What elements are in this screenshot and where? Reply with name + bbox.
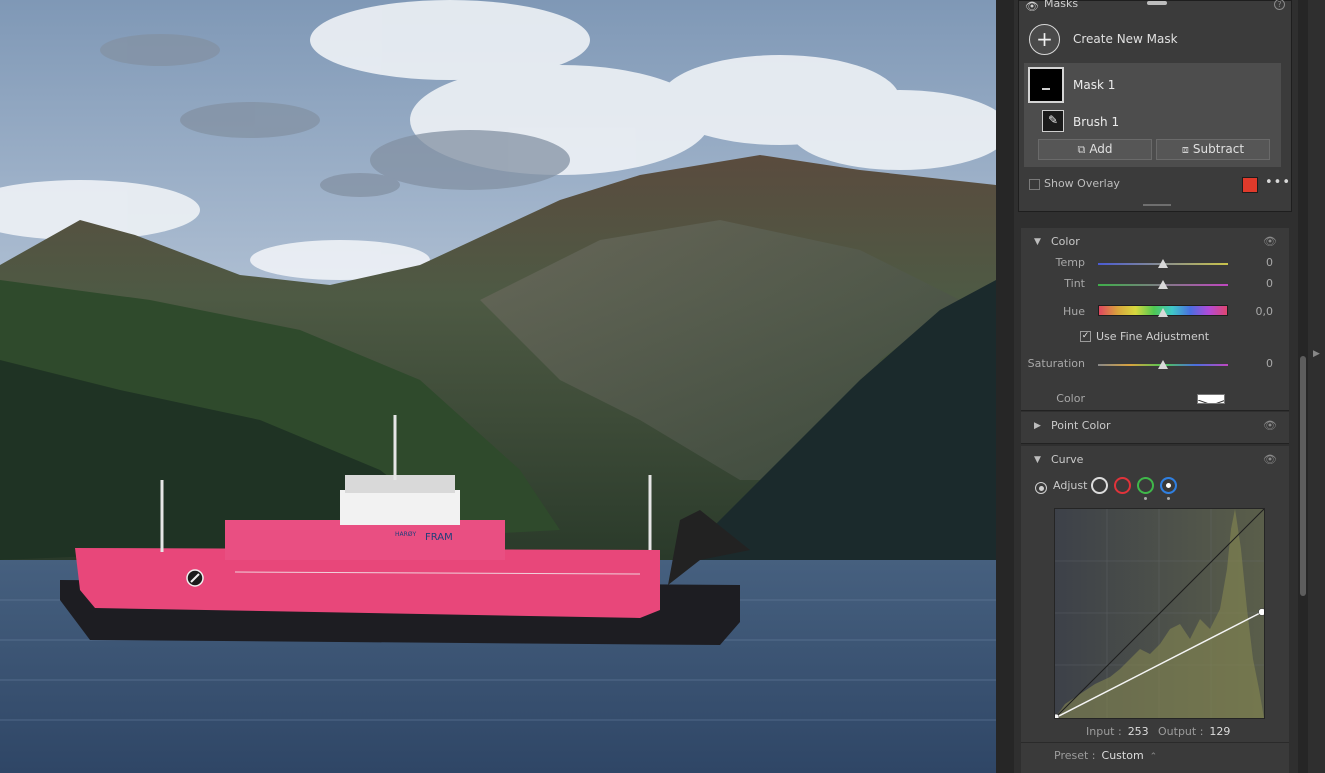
masks-header: 👁 Masks ? [1019, 0, 1291, 15]
input-label: Input : [1086, 725, 1122, 738]
preset-value[interactable]: Custom [1102, 749, 1144, 762]
overlay-color-swatch[interactable] [1242, 177, 1258, 193]
eye-icon[interactable]: 👁 [1263, 419, 1277, 432]
mask-list-item[interactable]: Mask 1 ✎ Brush 1 ⧉ Add ⧈ Subtract [1024, 63, 1281, 167]
tint-slider-thumb[interactable] [1158, 280, 1168, 289]
masks-title: Masks [1044, 0, 1079, 10]
triangle-down-icon[interactable]: ▼ [1034, 237, 1041, 247]
color-label: Color [1056, 392, 1085, 405]
channel-green-button[interactable] [1137, 477, 1154, 494]
temp-value[interactable]: 0 [1243, 256, 1273, 269]
hue-value[interactable]: 0,0 [1243, 305, 1274, 318]
preset-divider [1021, 742, 1289, 743]
preset-label: Preset : [1054, 749, 1096, 762]
tint-value[interactable]: 0 [1243, 277, 1273, 290]
hue-label: Hue [1062, 305, 1085, 318]
triangle-right-icon[interactable]: ▶ [1034, 421, 1041, 431]
channel-red-button[interactable] [1114, 477, 1131, 494]
color-section-title[interactable]: Color [1051, 235, 1080, 248]
point-color-title[interactable]: Point Color [1051, 419, 1111, 432]
ship-name: FRAM [425, 532, 453, 543]
eye-icon[interactable]: 👁 [1263, 235, 1277, 248]
eye-icon[interactable]: 👁 [1025, 0, 1039, 13]
output-value: 129 [1209, 725, 1231, 738]
add-to-mask-button[interactable]: ⧉ Add [1038, 139, 1152, 160]
add-mask-icon: ⧉ [1077, 143, 1086, 156]
curve-section-header[interactable]: ▼ Curve 👁 [1021, 446, 1289, 474]
saturation-value[interactable]: 0 [1243, 357, 1273, 370]
create-mask-label[interactable]: Create New Mask [1073, 32, 1178, 46]
mask-name[interactable]: Mask 1 [1073, 78, 1115, 92]
curve-section: ▼ Curve 👁 Adjust Input: 253 Output: 12… [1021, 446, 1289, 773]
channel-blue-button[interactable] [1160, 477, 1177, 494]
photo-image: FRAM HARØY [0, 0, 996, 773]
show-overlay-label[interactable]: Show Overlay [1044, 177, 1120, 190]
photo-canvas[interactable]: FRAM HARØY [0, 0, 996, 773]
curve-point-end[interactable] [1258, 608, 1265, 616]
adjust-label: Adjust [1053, 479, 1088, 492]
curve-preset-select[interactable]: Preset : Custom ⌃ [1054, 749, 1157, 762]
fine-adjustment-label[interactable]: Use Fine Adjustment [1096, 330, 1209, 343]
brush-component-name[interactable]: Brush 1 [1073, 115, 1119, 129]
create-mask-button[interactable]: + [1029, 24, 1060, 55]
show-overlay-checkbox[interactable] [1029, 179, 1040, 190]
help-icon[interactable]: ? [1274, 0, 1285, 10]
masks-resize-handle[interactable] [1143, 204, 1171, 206]
add-label: Add [1089, 142, 1113, 156]
subtract-mask-icon: ⧈ [1181, 143, 1189, 156]
panel-collapse-arrow-icon[interactable]: ▶ [1313, 349, 1320, 359]
eye-icon[interactable]: 👁 [1263, 453, 1277, 466]
channel-rgb-button[interactable] [1091, 477, 1108, 494]
input-value: 253 [1127, 725, 1149, 738]
panel-edge-left [996, 0, 1014, 773]
temp-slider-thumb[interactable] [1158, 259, 1168, 268]
color-section-header[interactable]: ▼ Color 👁 [1021, 228, 1289, 256]
point-color-section: ▶ Point Color 👁 [1021, 412, 1289, 444]
hue-slider-thumb[interactable] [1158, 308, 1168, 317]
saturation-slider-thumb[interactable] [1158, 360, 1168, 369]
subtract-label: Subtract [1192, 142, 1245, 156]
output-label: Output : [1158, 725, 1204, 738]
triangle-down-icon[interactable]: ▼ [1034, 455, 1041, 465]
panel-scroll-thumb[interactable] [1300, 356, 1306, 596]
adjust-target-icon[interactable] [1035, 482, 1047, 494]
point-color-header[interactable]: ▶ Point Color 👁 [1021, 412, 1289, 440]
curve-section-title[interactable]: Curve [1051, 453, 1083, 466]
tint-label: Tint [1064, 277, 1085, 290]
subtract-from-mask-button[interactable]: ⧈ Subtract [1156, 139, 1270, 160]
channel-blue-indicator [1167, 497, 1170, 500]
mask-thumbnail[interactable] [1028, 67, 1064, 103]
develop-panel: ▶ 👁 Masks ? + Create New Mask Mask 1 ✎ B… [996, 0, 1325, 773]
temp-label: Temp [1055, 256, 1085, 269]
color-section: ▼ Color 👁 Temp 0 Tint 0 Hue 0,0 ✓ Use Fi… [1021, 228, 1289, 411]
channel-green-indicator [1144, 497, 1147, 500]
curve-input-readout: Input : 253 [1086, 725, 1149, 738]
tone-curve-graph[interactable] [1054, 508, 1265, 719]
more-options-icon[interactable]: ••• [1265, 175, 1291, 190]
chevron-updown-icon[interactable]: ⌃ [1150, 752, 1158, 762]
ship-name-small: HARØY [395, 531, 417, 538]
plus-icon: + [1036, 27, 1053, 51]
masks-panel: 👁 Masks ? + Create New Mask Mask 1 ✎ Bru… [1018, 0, 1292, 212]
saturation-label: Saturation [1027, 357, 1085, 370]
color-swatch[interactable] [1197, 394, 1225, 404]
curve-output-readout: Output : 129 [1158, 725, 1230, 738]
fine-adjustment-checkbox[interactable]: ✓ [1080, 331, 1091, 342]
brush-icon[interactable]: ✎ [1042, 110, 1064, 132]
